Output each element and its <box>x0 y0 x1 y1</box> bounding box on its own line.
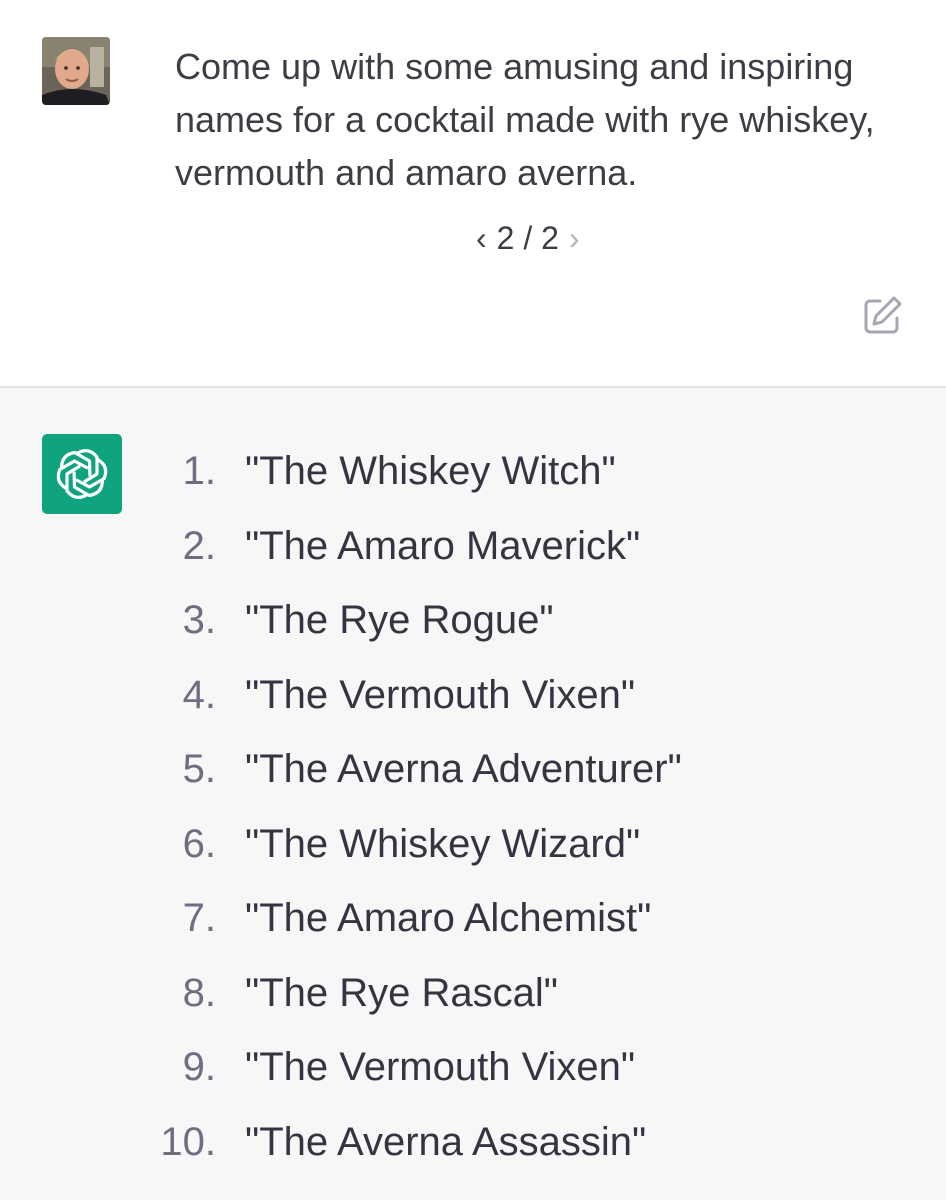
list-item: 9. "The Vermouth Vixen" <box>0 1042 946 1117</box>
edit-icon[interactable] <box>862 294 904 336</box>
cocktail-name: "The Whiskey Witch" <box>245 449 616 493</box>
list-item: 4. "The Vermouth Vixen" <box>0 670 946 745</box>
list-item: 1. "The Whiskey Witch" <box>0 446 946 521</box>
cocktail-name: "The Vermouth Vixen" <box>245 1045 636 1089</box>
list-number: 4. <box>182 672 216 717</box>
user-prompt-text: Come up with some amusing and inspiring … <box>175 46 875 193</box>
list-item: 6. "The Whiskey Wizard" <box>0 819 946 894</box>
list-item: 10. "The Averna Assassin" <box>0 1117 946 1192</box>
list-item: 5. "The Averna Adventurer" <box>0 744 946 819</box>
assistant-message: 1. "The Whiskey Witch" 2. "The Amaro Maver… <box>0 388 946 1200</box>
list-number: 2. <box>182 523 216 568</box>
cocktail-name: "The Rye Rascal" <box>245 970 558 1015</box>
list-number: 6. <box>182 821 216 866</box>
response-pager: ‹ 2 / 2 › <box>476 218 580 258</box>
chevron-right-icon[interactable]: › <box>569 218 580 258</box>
list-number: 3. <box>182 598 216 642</box>
list-item: 2. "The Amaro Maverick" <box>0 521 946 596</box>
pager-count: 2 / 2 <box>496 219 559 256</box>
list-number: 10. <box>160 1119 216 1164</box>
list-number: 1. <box>182 449 216 493</box>
list-item: 3. "The Rye Rogue" <box>0 595 946 670</box>
cocktail-name: "The Averna Adventurer" <box>245 747 682 791</box>
cocktail-name: "The Vermouth Vixen" <box>245 672 636 717</box>
list-item: 8. "The Rye Rascal" <box>0 968 946 1043</box>
list-number: 9. <box>182 1045 216 1089</box>
cocktail-name: "The Rye Rogue" <box>245 598 554 642</box>
chevron-left-icon[interactable]: ‹ <box>476 218 487 258</box>
user-message: Come up with some amusing and inspiring … <box>0 0 946 388</box>
cocktail-name: "The Amaro Alchemist" <box>245 896 652 940</box>
cocktail-name-list: 1. "The Whiskey Witch" 2. "The Amaro Maver… <box>0 446 946 1191</box>
cocktail-name: "The Averna Assassin" <box>245 1119 647 1164</box>
list-item: 7. "The Amaro Alchemist" <box>0 893 946 968</box>
list-number: 5. <box>182 747 216 791</box>
user-avatar <box>42 37 110 105</box>
list-number: 7. <box>182 896 216 940</box>
cocktail-name: "The Amaro Maverick" <box>245 523 641 568</box>
cocktail-name: "The Whiskey Wizard" <box>245 821 641 866</box>
list-number: 8. <box>182 970 216 1015</box>
